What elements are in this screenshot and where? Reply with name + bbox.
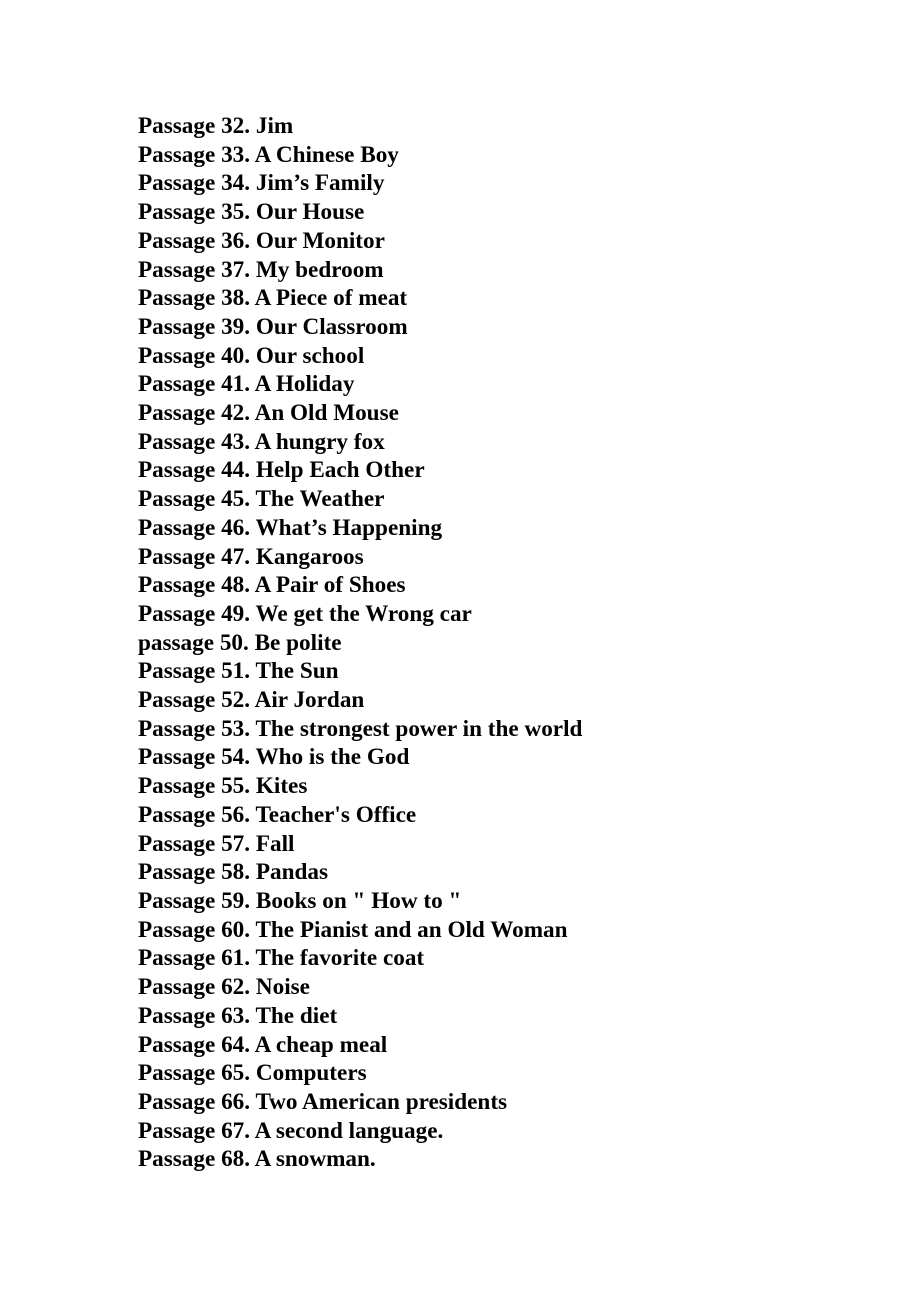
passage-list-item: Passage 41. A Holiday [138,371,355,398]
passage-list-item: Passage 48. A Pair of Shoes [138,572,406,599]
passage-list-item: Passage 43. A hungry fox [138,428,385,455]
passage-list-item: Passage 68. A snowman. [138,1146,376,1173]
passage-list-item: passage 50. Be polite [138,629,342,656]
passage-list-item: Passage 37. My bedroom [138,256,384,283]
passage-list-item: Passage 61. The favorite coat [138,945,425,972]
passage-list-item: Passage 67. A second language. [138,1117,444,1144]
document-page: Passage 32. Jim Passage 33. A Chinese Boy… [0,0,920,1302]
passage-list-item: Passage 55. Kites [138,773,308,800]
passage-list-item: Passage 33. A Chinese Boy [138,141,399,168]
passage-list-item: Passage 40. Our school [138,342,365,369]
passage-list-item: Passage 34. Jim’s Family [138,170,385,197]
passage-list: Passage 32. Jim Passage 33. A Chinese Boy… [138,112,878,1174]
passage-list-item: Passage 65. Computers [138,1060,367,1087]
passage-list-item: Passage 44. Help Each Other [138,457,425,484]
passage-list-item: Passage 62. Noise [138,974,310,1001]
passage-list-item: Passage 42. An Old Mouse [138,400,399,427]
passage-list-item: Passage 38. A Piece of meat [138,285,408,312]
passage-list-item: Passage 64. A cheap meal [138,1031,388,1058]
passage-list-item: Passage 49. We get the Wrong car [138,600,472,627]
passage-list-item: Passage 36. Our Monitor [138,227,385,254]
passage-list-item: Passage 35. Our House [138,199,365,226]
passage-list-item: Passage 46. What’s Happening [138,514,443,541]
passage-list-item: Passage 53. The strongest power in the w… [138,715,583,742]
passage-list-item: Passage 57. Fall [138,830,295,857]
passage-list-item: Passage 45. The Weather [138,486,385,513]
passage-list-item: Passage 66. Two American presidents [138,1088,508,1115]
passage-list-item: Passage 51. The Sun [138,658,339,685]
passage-list-item: Passage 39. Our Classroom [138,313,408,340]
passage-list-item: Passage 47. Kangaroos [138,543,364,570]
passage-list-item: Passage 52. Air Jordan [138,687,365,714]
passage-list-item: Passage 58. Pandas [138,859,329,886]
passage-list-item: Passage 54. Who is the God [138,744,410,771]
passage-list-item: Passage 32. Jim [138,113,294,139]
passage-list-item: Passage 60. The Pianist and an Old Woman [138,916,568,943]
passage-list-item: Passage 59. Books on " How to " [138,887,462,914]
passage-list-item: Passage 63. The diet [138,1002,338,1029]
passage-list-item: Passage 56. Teacher's Office [138,801,417,828]
